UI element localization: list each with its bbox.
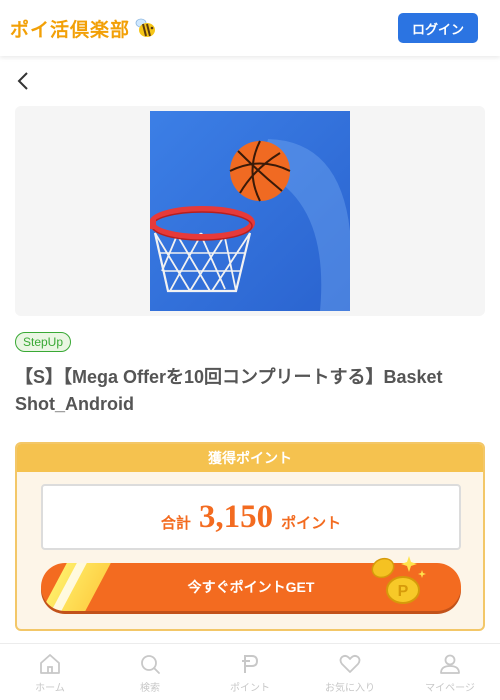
nav-search[interactable]: 検索 <box>100 644 200 700</box>
svg-text:P: P <box>398 583 409 600</box>
nav-points-label: ポイント <box>230 683 270 694</box>
nav-points[interactable]: ポイント <box>200 644 300 700</box>
points-heading: 獲得ポイント <box>17 444 483 472</box>
bee-icon <box>135 18 156 37</box>
home-icon <box>40 654 60 674</box>
nav-favorites-label: お気に入り <box>325 683 375 694</box>
nav-home-label: ホーム <box>35 683 65 694</box>
nav-favorites[interactable]: お気に入り <box>300 644 400 700</box>
points-value: 3,150 <box>198 498 274 535</box>
nav-mypage[interactable]: マイページ <box>400 644 500 700</box>
nav-search-label: 検索 <box>140 683 160 694</box>
points-panel: 獲得ポイント 合計 3,150 ポイント 今すぐポイントGET P <box>15 442 485 631</box>
total-label: 合計 <box>160 514 191 532</box>
back-chevron-icon[interactable] <box>14 70 34 92</box>
search-icon <box>141 655 160 674</box>
get-points-label: 今すぐポイントGET <box>187 579 315 595</box>
logo-text: ポイ活倶楽部 <box>10 18 131 41</box>
basketball-game-image <box>150 111 350 311</box>
app-header: ポイ活倶楽部 ログイン <box>0 0 500 56</box>
heart-icon <box>339 654 361 673</box>
points-unit: ポイント <box>281 514 342 532</box>
user-icon <box>440 654 460 674</box>
offer-title: 【S】【Mega Offerを10回コンプリートする】Basket Shot_A… <box>15 367 443 414</box>
nav-home[interactable]: ホーム <box>0 644 100 700</box>
coins-icon: P <box>371 556 426 604</box>
points-total-box: 合計 3,150 ポイント <box>41 484 461 550</box>
point-icon <box>242 655 259 673</box>
nav-mypage-label: マイページ <box>425 683 475 694</box>
site-logo[interactable]: ポイ活倶楽部 <box>10 15 158 42</box>
stepup-tag: StepUp <box>15 332 72 352</box>
login-button[interactable]: ログイン <box>398 13 478 43</box>
bottom-nav: ホーム 検索 ポイント お気に入り マイページ <box>0 643 500 700</box>
